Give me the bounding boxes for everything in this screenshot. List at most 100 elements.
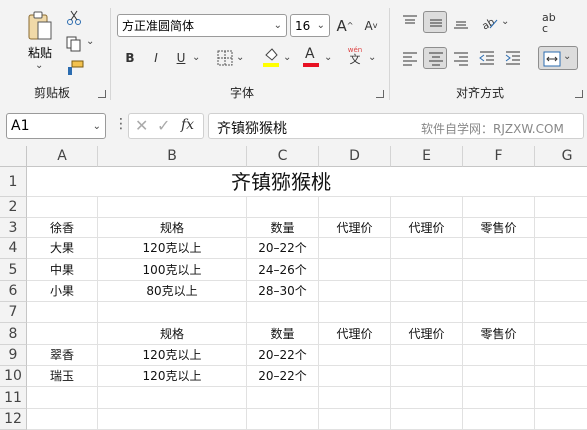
cell-f6[interactable] — [463, 281, 535, 302]
column-header-d[interactable]: D — [319, 146, 391, 167]
column-header-g[interactable]: G — [535, 146, 587, 167]
cell-d11[interactable] — [319, 387, 391, 409]
cell-c11[interactable] — [247, 387, 319, 409]
cell-c7[interactable] — [247, 302, 319, 323]
cell-b5[interactable]: 100克以上 — [98, 259, 247, 281]
cell-g6[interactable] — [535, 281, 587, 302]
cell-a4[interactable]: 大果 — [27, 238, 98, 259]
align-left-icon[interactable] — [402, 50, 418, 66]
italic-button[interactable]: I — [147, 48, 165, 68]
cell-a9[interactable]: 翠香 — [27, 345, 98, 366]
cell-e3[interactable]: 代理价 — [391, 218, 463, 238]
cell-e9[interactable] — [391, 345, 463, 366]
cell-b8[interactable]: 规格 — [98, 323, 247, 345]
cell-d5[interactable] — [319, 259, 391, 281]
cell-e11[interactable] — [391, 387, 463, 409]
column-header-c[interactable]: C — [247, 146, 319, 167]
align-right-icon[interactable] — [453, 50, 469, 66]
column-header-a[interactable]: A — [27, 146, 98, 167]
cell-c12[interactable] — [247, 409, 319, 430]
row-header-6[interactable]: 6 — [0, 281, 27, 302]
cell-b7[interactable] — [98, 302, 247, 323]
cell-a7[interactable] — [27, 302, 98, 323]
row-header-11[interactable]: 11 — [0, 387, 27, 409]
cell-c2[interactable] — [247, 197, 319, 218]
cell-e12[interactable] — [391, 409, 463, 430]
alignment-dialog-launcher[interactable] — [575, 90, 583, 98]
row-header-10[interactable]: 10 — [0, 366, 27, 387]
enter-icon[interactable]: ✓ — [157, 116, 170, 135]
cell-c5[interactable]: 24–26个 — [247, 259, 319, 281]
cell-g5[interactable] — [535, 259, 587, 281]
insert-function-icon[interactable]: fx — [181, 117, 194, 133]
cell-c9[interactable]: 20–22个 — [247, 345, 319, 366]
more-options-icon[interactable]: ⋮ — [114, 116, 128, 132]
wrap-text-button[interactable]: ab c — [542, 12, 564, 36]
row-header-2[interactable]: 2 — [0, 197, 27, 218]
cell-e10[interactable] — [391, 366, 463, 387]
row-header-7[interactable]: 7 — [0, 302, 27, 323]
cell-d10[interactable] — [319, 366, 391, 387]
cell-d9[interactable] — [319, 345, 391, 366]
align-middle-button[interactable] — [423, 11, 447, 33]
cell-a3[interactable]: 徐香 — [27, 218, 98, 238]
underline-dropdown-icon[interactable]: ⌄ — [192, 52, 204, 63]
cell-e5[interactable] — [391, 259, 463, 281]
copy-dropdown-icon[interactable]: ⌄ — [86, 36, 98, 47]
align-bottom-icon[interactable] — [453, 14, 469, 30]
cell-d4[interactable] — [319, 238, 391, 259]
cancel-icon[interactable]: ✕ — [135, 116, 148, 135]
cell-b3[interactable]: 规格 — [98, 218, 247, 238]
paste-dropdown-icon[interactable]: ⌄ — [35, 60, 47, 71]
fill-color-dropdown-icon[interactable]: ⌄ — [283, 52, 295, 63]
cell-c6[interactable]: 28–30个 — [247, 281, 319, 302]
font-color-dropdown-icon[interactable]: ⌄ — [324, 52, 336, 63]
name-box[interactable]: A1 ⌄ — [6, 113, 106, 139]
cell-f7[interactable] — [463, 302, 535, 323]
cell-e2[interactable] — [391, 197, 463, 218]
cell-c10[interactable]: 20–22个 — [247, 366, 319, 387]
bold-button[interactable]: B — [121, 48, 139, 68]
cell-d7[interactable] — [319, 302, 391, 323]
cell-g1[interactable] — [535, 167, 587, 197]
cell-b10[interactable]: 120克以上 — [98, 366, 247, 387]
decrease-indent-icon[interactable] — [479, 50, 495, 66]
font-size-combo[interactable]: 16 ⌄ — [290, 14, 330, 37]
formula-input[interactable]: 齐镇猕猴桃 软件自学网：RJZXW.COM — [208, 113, 584, 139]
cell-e4[interactable] — [391, 238, 463, 259]
fill-color-icon[interactable] — [262, 46, 280, 68]
select-all-corner[interactable] — [0, 146, 27, 167]
cell-f5[interactable] — [463, 259, 535, 281]
orientation-dropdown-icon[interactable]: ⌄ — [501, 16, 513, 27]
paste-button[interactable]: 粘贴 ⌄ — [22, 8, 58, 74]
cell-f2[interactable] — [463, 197, 535, 218]
cell-g10[interactable] — [535, 366, 587, 387]
cell-g2[interactable] — [535, 197, 587, 218]
cell-a12[interactable] — [27, 409, 98, 430]
cell-d3[interactable]: 代理价 — [319, 218, 391, 238]
cell-d6[interactable] — [319, 281, 391, 302]
row-header-3[interactable]: 3 — [0, 218, 27, 238]
column-header-f[interactable]: F — [463, 146, 535, 167]
cell-a8[interactable] — [27, 323, 98, 345]
shrink-font-button[interactable]: Av — [360, 14, 382, 37]
cell-d12[interactable] — [319, 409, 391, 430]
borders-dropdown-icon[interactable]: ⌄ — [236, 52, 248, 63]
cell-g11[interactable] — [535, 387, 587, 409]
phonetic-guide-button[interactable]: wén 文 — [346, 46, 364, 70]
cell-b6[interactable]: 80克以上 — [98, 281, 247, 302]
cell-f8[interactable]: 零售价 — [463, 323, 535, 345]
row-header-5[interactable]: 5 — [0, 259, 27, 281]
row-header-1[interactable]: 1 — [0, 167, 27, 197]
cell-a6[interactable]: 小果 — [27, 281, 98, 302]
copy-icon[interactable] — [66, 36, 82, 52]
row-header-9[interactable]: 9 — [0, 345, 27, 366]
cell-f11[interactable] — [463, 387, 535, 409]
cell-f12[interactable] — [463, 409, 535, 430]
cell-e7[interactable] — [391, 302, 463, 323]
font-name-combo[interactable]: 方正准圆简体 ⌄ — [117, 14, 287, 37]
cell-g3[interactable] — [535, 218, 587, 238]
cell-c4[interactable]: 20–22个 — [247, 238, 319, 259]
increase-indent-icon[interactable] — [505, 50, 521, 66]
cell-f4[interactable] — [463, 238, 535, 259]
